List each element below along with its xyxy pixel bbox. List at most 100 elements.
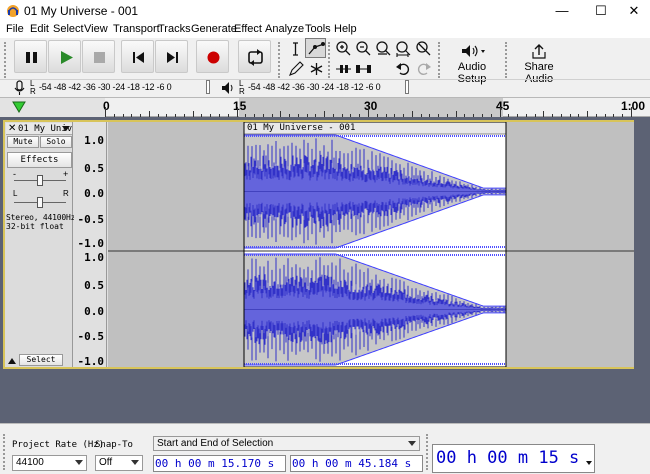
selection-tool[interactable]	[284, 38, 305, 58]
clip-title[interactable]: 01 My Universe - 001	[247, 123, 355, 133]
speaker-icon[interactable]	[220, 80, 236, 96]
record-button[interactable]	[196, 40, 229, 73]
multi-tool[interactable]	[305, 58, 326, 78]
menu-view[interactable]: View	[84, 23, 108, 35]
solo-button[interactable]: Solo	[40, 136, 72, 148]
pause-button[interactable]	[14, 40, 47, 73]
menu-edit[interactable]: Edit	[30, 23, 49, 35]
menu-file[interactable]: File	[6, 23, 24, 35]
menu-select[interactable]: Select	[53, 23, 84, 35]
track-panel[interactable]: ✕ 01 My Univ Mute Solo Effects - + L R S…	[0, 117, 650, 423]
ruler-bottom-neg1.0: -1.0	[77, 355, 105, 368]
pan-slider-thumb[interactable]	[37, 197, 43, 208]
ruler-bottom-0.5: 0.5	[84, 279, 104, 292]
zoom-selection-icon	[376, 41, 391, 56]
menu-help[interactable]: Help	[334, 23, 357, 35]
timeline-minor-ticks	[0, 98, 650, 117]
zoom-toggle-button[interactable]	[412, 38, 433, 58]
menu-tools[interactable]: Tools	[305, 23, 331, 35]
vertical-ruler[interactable]: 1.0 0.5 0.0 -0.5 -1.0 1.0 0.5 0.0 -0.5 -…	[74, 122, 107, 368]
speaker-dropdown-icon	[462, 45, 485, 57]
redo-button[interactable]	[412, 58, 433, 78]
audio-position-value: 00 h 00 m 15 s	[436, 448, 580, 468]
stop-icon	[94, 52, 105, 63]
skip-to-end-icon	[167, 52, 178, 63]
fit-selection-button[interactable]	[372, 38, 393, 58]
menu-generate[interactable]: Generate	[191, 23, 237, 35]
ruler-bottom-neg0.5: -0.5	[77, 330, 105, 343]
envelope-tool[interactable]	[305, 38, 326, 58]
project-rate-value: 44100	[16, 457, 44, 468]
waveform-area[interactable]: 01 My Universe - 001	[108, 121, 634, 368]
transport-toolbar-grip[interactable]	[4, 42, 10, 78]
play-button[interactable]	[48, 40, 81, 73]
fit-project-button[interactable]	[392, 38, 413, 58]
ruler-top-1.0: 1.0	[84, 134, 104, 147]
menu-tracks[interactable]: Tracks	[158, 23, 191, 35]
timeline-minor-tick	[631, 107, 632, 117]
track-close-icon[interactable]: ✕	[8, 123, 16, 134]
skip-to-end-button[interactable]	[155, 40, 188, 73]
play-meter-r: R	[239, 87, 245, 96]
zoom-out-icon	[356, 41, 371, 56]
timeline-ruler[interactable]: 0 15 30 45 1:00	[0, 98, 650, 117]
trim-audio-button[interactable]	[332, 58, 353, 78]
loop-button[interactable]	[238, 40, 271, 73]
draw-tool[interactable]	[284, 58, 305, 78]
stop-button[interactable]	[82, 40, 115, 73]
pan-l-label: L	[13, 189, 18, 198]
close-button[interactable]: ✕	[612, 0, 650, 22]
selection-mode-combo[interactable]: Start and End of Selection	[153, 436, 420, 451]
gain-plus-label: +	[63, 169, 69, 179]
mute-button[interactable]: Mute	[7, 136, 39, 148]
timeline-minor-tick	[236, 107, 238, 117]
snap-to-label: Snap-To	[95, 440, 133, 450]
snap-to-combo[interactable]: Off	[95, 455, 143, 471]
collapse-track-icon[interactable]	[8, 358, 16, 364]
audio-track[interactable]: ✕ 01 My Univ Mute Solo Effects - + L R S…	[3, 120, 634, 369]
ruler-top-neg1.0: -1.0	[77, 237, 105, 250]
chevron-down-icon	[408, 441, 416, 446]
audio-setup-button[interactable]: Audio Setup	[444, 38, 500, 85]
gain-slider-thumb[interactable]	[37, 175, 43, 186]
track-menu-dropdown-icon[interactable]	[62, 126, 70, 131]
minimize-button[interactable]: —	[540, 0, 584, 22]
selection-start-value: 00 h 00 m 15.170 s	[155, 457, 275, 470]
share-audio-button[interactable]: Share Audio	[511, 38, 567, 85]
toolbar-area: Audio Setup Share Audio L R -54 -48 -42 …	[0, 38, 650, 98]
zoom-in-button[interactable]	[332, 38, 353, 58]
zoom-out-button[interactable]	[352, 38, 373, 58]
select-track-button[interactable]: Select	[19, 354, 63, 366]
record-icon	[207, 51, 220, 64]
play-meter-scale[interactable]: -54 -48 -42 -36 -30 -24 -18 -12 -6 0	[248, 82, 381, 92]
envelope-icon	[308, 42, 325, 55]
selection-end-time[interactable]: 00 h 00 m 45.184 s	[290, 455, 423, 472]
effects-button[interactable]: Effects	[7, 152, 72, 168]
undo-button[interactable]	[392, 58, 413, 78]
ruler-top-0.0: 0.0	[84, 187, 104, 200]
microphone-icon[interactable]	[12, 80, 26, 96]
i-beam-icon	[293, 42, 298, 56]
undo-icon	[396, 63, 410, 76]
menu-effect[interactable]: Effect	[234, 23, 262, 35]
chevron-down-icon	[131, 460, 139, 465]
trim-icon	[336, 65, 351, 73]
selection-toolbar-grip[interactable]	[3, 434, 9, 470]
play-meter-handle[interactable]	[405, 80, 409, 94]
skip-to-start-button[interactable]	[121, 40, 154, 73]
ruler-bottom-0.0: 0.0	[84, 305, 104, 318]
project-rate-combo[interactable]: 44100	[12, 455, 87, 471]
zoom-toggle-icon	[416, 41, 431, 56]
play-icon	[61, 51, 73, 64]
menu-analyze[interactable]: Analyze	[265, 23, 304, 35]
time-format-dropdown-icon[interactable]	[586, 461, 592, 465]
track-control-panel[interactable]: ✕ 01 My Univ Mute Solo Effects - + L R S…	[5, 122, 76, 367]
record-meter-handle[interactable]	[206, 80, 210, 94]
selection-start-time[interactable]: 00 h 00 m 15.170 s	[153, 455, 286, 472]
track-info-rate: Stereo, 44100Hz	[6, 213, 76, 222]
audio-position-display[interactable]: 00 h 00 m 15 s	[432, 444, 595, 473]
silence-audio-button[interactable]	[352, 58, 373, 78]
record-meter-scale[interactable]: -54 -48 -42 -36 -30 -24 -18 -12 -6 0	[39, 82, 172, 92]
menu-transport[interactable]: Transport	[113, 23, 160, 35]
skip-to-start-icon	[133, 52, 144, 63]
